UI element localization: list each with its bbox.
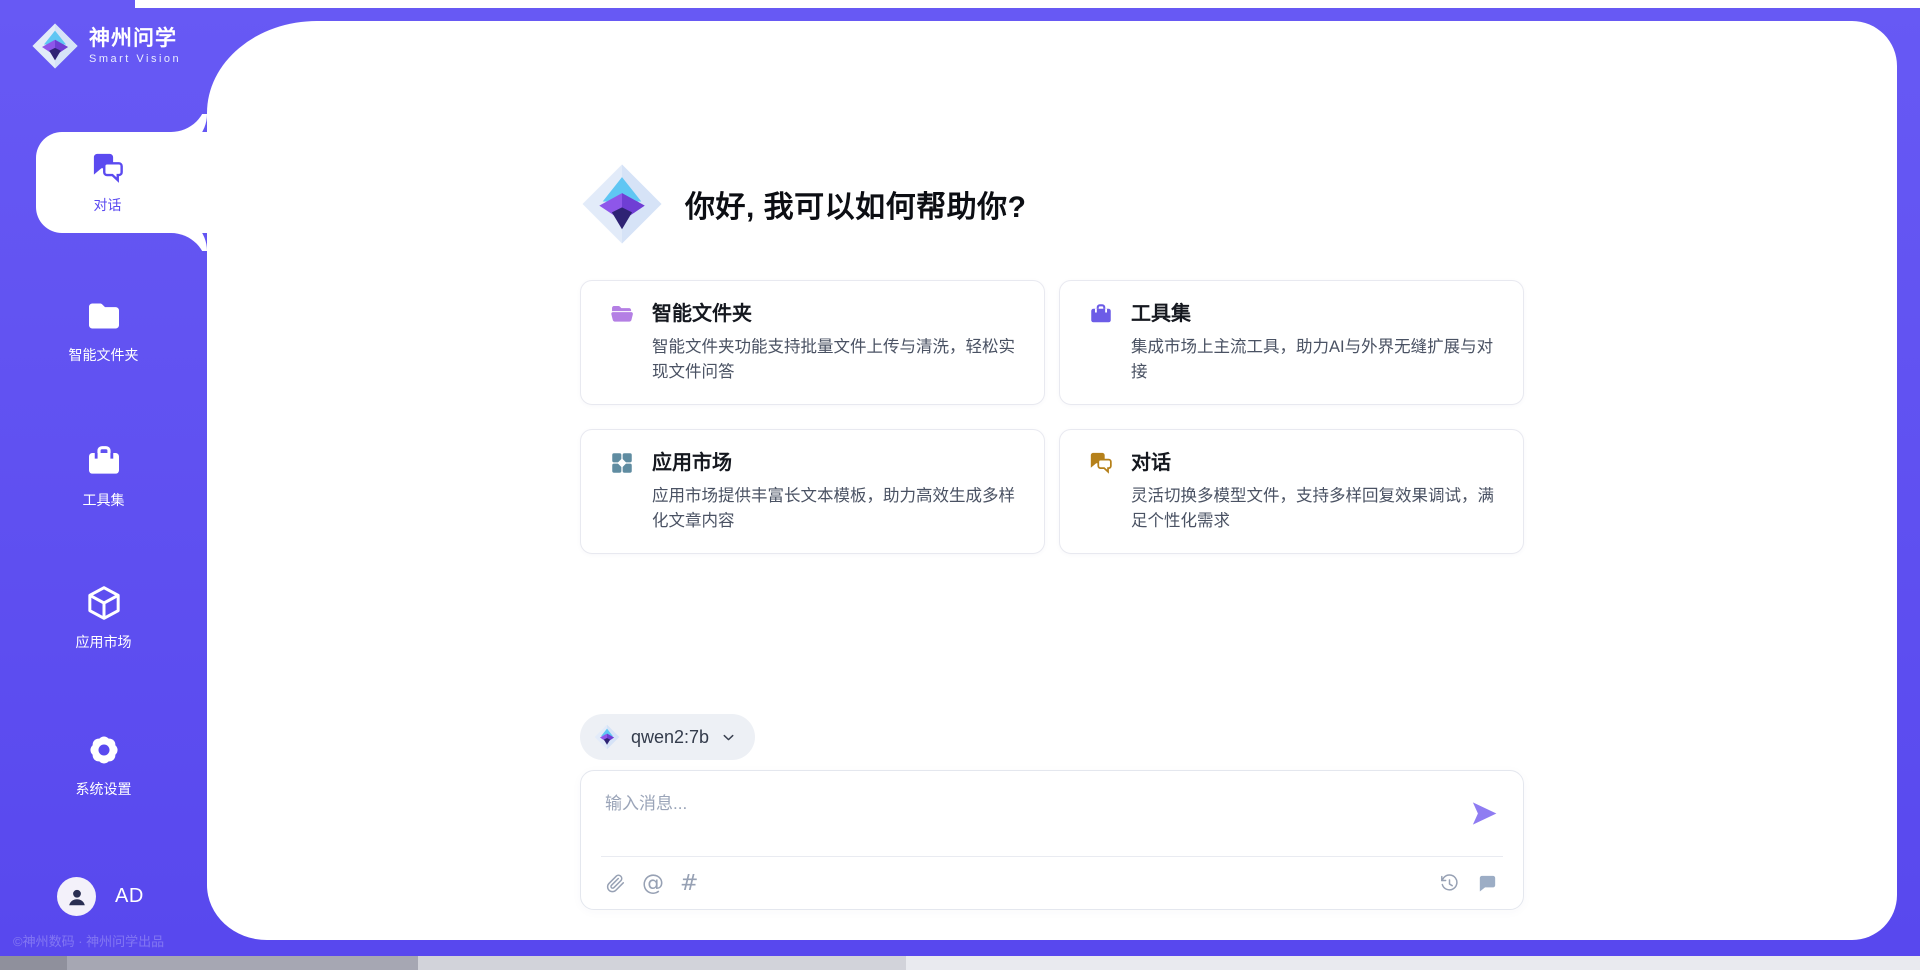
model-selector[interactable]: qwen2:7b bbox=[580, 714, 755, 760]
card-description: 集成市场上主流工具，助力AI与外界无缝扩展与对接 bbox=[1131, 335, 1503, 385]
sidebar-item-label: 应用市场 bbox=[76, 632, 132, 652]
chat-bubbles-icon bbox=[90, 150, 126, 186]
chat-bubble-icon[interactable] bbox=[1476, 872, 1499, 895]
gem-logo-icon bbox=[580, 162, 664, 246]
card-title: 智能文件夹 bbox=[652, 301, 752, 327]
sidebar-item-label: 系统设置 bbox=[76, 779, 132, 799]
avatar bbox=[57, 877, 96, 916]
paperclip-icon[interactable] bbox=[605, 873, 626, 894]
gear-icon bbox=[84, 730, 124, 770]
model-name: qwen2:7b bbox=[631, 727, 709, 748]
user-name: AD bbox=[115, 885, 144, 908]
card-description: 灵活切换多模型文件，支持多样回复效果调试，满足个性化需求 bbox=[1131, 484, 1503, 534]
cube-icon bbox=[84, 583, 124, 623]
composer-toolbar: @ # bbox=[605, 857, 1499, 909]
card-description: 智能文件夹功能支持批量文件上传与清洗，轻松实现文件问答 bbox=[652, 335, 1024, 385]
brand-logo: 神州问学 Smart Vision bbox=[31, 22, 181, 70]
sidebar-top-edge bbox=[0, 0, 135, 8]
chat-bubbles-icon bbox=[1088, 450, 1114, 476]
sidebar-item-settings[interactable]: 系统设置 bbox=[0, 730, 207, 799]
message-composer: @ # bbox=[580, 770, 1524, 910]
gem-logo-icon bbox=[31, 22, 79, 70]
gem-logo-icon bbox=[594, 724, 620, 750]
card-smart-folder[interactable]: 智能文件夹 智能文件夹功能支持批量文件上传与清洗，轻松实现文件问答 bbox=[580, 280, 1045, 405]
chevron-down-icon bbox=[720, 729, 737, 746]
card-chat[interactable]: 对话 灵活切换多模型文件，支持多样回复效果调试，满足个性化需求 bbox=[1059, 429, 1524, 554]
card-description: 应用市场提供丰富长文本模板，助力高效生成多样化文章内容 bbox=[652, 484, 1024, 534]
history-icon[interactable] bbox=[1439, 873, 1460, 894]
brand-subtitle: Smart Vision bbox=[89, 53, 181, 65]
sidebar-item-label: 对话 bbox=[94, 195, 122, 215]
toolbox-icon bbox=[84, 441, 124, 481]
sidebar-item-smart-folder[interactable]: 智能文件夹 bbox=[0, 296, 207, 365]
sidebar-item-toolset[interactable]: 工具集 bbox=[0, 441, 207, 510]
app-frame: 神州问学 Smart Vision 对话 智能文件夹 bbox=[0, 8, 1920, 956]
hero: 你好, 我可以如何帮助你? bbox=[580, 162, 1524, 246]
sidebar-item-chat[interactable]: 对话 bbox=[36, 132, 207, 233]
card-title: 工具集 bbox=[1131, 301, 1191, 327]
copyright: ©神州数码 · 神州问学出品 bbox=[13, 931, 164, 950]
user-account[interactable]: AD bbox=[57, 877, 144, 916]
horizontal-scrollbar[interactable] bbox=[0, 956, 1920, 970]
main-content: 你好, 我可以如何帮助你? 智能文件夹 智能文件夹功能支持批量文件上传与清洗，轻… bbox=[207, 21, 1897, 940]
hash-icon[interactable]: # bbox=[680, 873, 698, 894]
sidebar-item-label: 工具集 bbox=[83, 490, 125, 510]
sidebar: 神州问学 Smart Vision 对话 智能文件夹 bbox=[0, 8, 207, 956]
send-icon[interactable] bbox=[1469, 798, 1500, 829]
person-icon bbox=[64, 884, 90, 910]
app-grid-icon bbox=[609, 450, 635, 476]
brand-title: 神州问学 bbox=[89, 27, 181, 51]
card-title: 对话 bbox=[1131, 450, 1171, 476]
sidebar-item-app-market[interactable]: 应用市场 bbox=[0, 583, 207, 652]
folder-open-icon bbox=[609, 301, 635, 327]
at-icon[interactable]: @ bbox=[642, 873, 664, 894]
card-app-market[interactable]: 应用市场 应用市场提供丰富长文本模板，助力高效生成多样化文章内容 bbox=[580, 429, 1045, 554]
toolbox-icon bbox=[1088, 301, 1114, 327]
card-toolset[interactable]: 工具集 集成市场上主流工具，助力AI与外界无缝扩展与对接 bbox=[1059, 280, 1524, 405]
message-input[interactable] bbox=[605, 789, 1453, 847]
greeting-title: 你好, 我可以如何帮助你? bbox=[685, 182, 1027, 226]
folder-icon bbox=[84, 296, 124, 336]
shortcut-cards: 智能文件夹 智能文件夹功能支持批量文件上传与清洗，轻松实现文件问答 工具集 集成… bbox=[580, 280, 1524, 554]
sidebar-item-label: 智能文件夹 bbox=[69, 345, 139, 365]
card-title: 应用市场 bbox=[652, 450, 732, 476]
